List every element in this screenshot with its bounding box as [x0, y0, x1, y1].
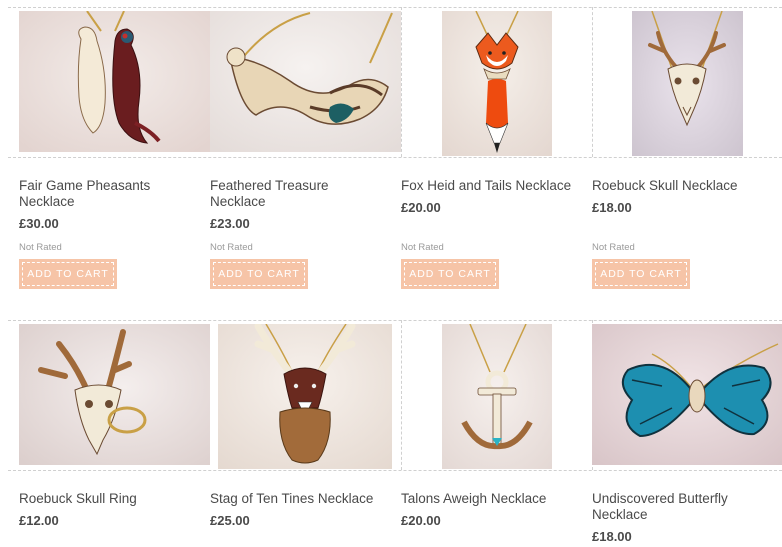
product-price: £20.00: [401, 513, 441, 528]
product-image[interactable]: [218, 324, 392, 469]
roebuck-skull-necklace-image: [632, 11, 743, 156]
product-price: £25.00: [210, 513, 250, 528]
product-price: £30.00: [19, 216, 59, 231]
grid-divider: [401, 7, 402, 157]
product-grid: Fair Game Pheasants Necklace £30.00 Not …: [0, 0, 782, 547]
product-image[interactable]: [632, 11, 743, 156]
product-image[interactable]: [19, 324, 210, 465]
product-price: £12.00: [19, 513, 59, 528]
product-name[interactable]: Feathered Treasure Necklace: [210, 178, 380, 210]
product-name[interactable]: Roebuck Skull Necklace: [592, 178, 777, 194]
add-to-cart-button[interactable]: ADD TO CART: [210, 259, 308, 289]
add-to-cart-label: ADD TO CART: [213, 262, 305, 286]
product-name[interactable]: Roebuck Skull Ring: [19, 491, 189, 507]
add-to-cart-label: ADD TO CART: [595, 262, 687, 286]
product-name[interactable]: Talons Aweigh Necklace: [401, 491, 591, 507]
add-to-cart-label: ADD TO CART: [22, 262, 114, 286]
rating-status: Not Rated: [210, 242, 253, 253]
roebuck-skull-ring-image: [19, 324, 210, 465]
butterfly-necklace-image: [592, 324, 782, 465]
anchor-necklace-image: [442, 324, 552, 469]
product-price: £18.00: [592, 200, 632, 215]
product-image[interactable]: [19, 11, 210, 152]
product-price: £20.00: [401, 200, 441, 215]
rating-status: Not Rated: [401, 242, 444, 253]
product-image[interactable]: [442, 324, 552, 469]
product-image[interactable]: [592, 324, 782, 465]
add-to-cart-label: ADD TO CART: [404, 262, 496, 286]
product-image[interactable]: [442, 11, 552, 156]
product-price: £23.00: [210, 216, 250, 231]
grid-divider: [8, 157, 782, 158]
product-name[interactable]: Fox Heid and Tails Necklace: [401, 178, 591, 194]
grid-divider: [8, 320, 782, 321]
add-to-cart-button[interactable]: ADD TO CART: [19, 259, 117, 289]
rating-status: Not Rated: [19, 242, 62, 253]
product-name[interactable]: Undiscovered Butterfly Necklace: [592, 491, 777, 523]
feathered-treasure-necklace-image: [210, 11, 401, 152]
product-name[interactable]: Stag of Ten Tines Necklace: [210, 491, 400, 507]
product-name[interactable]: Fair Game Pheasants Necklace: [19, 178, 189, 210]
grid-divider: [592, 7, 593, 157]
product-price: £18.00: [592, 529, 632, 544]
rating-status: Not Rated: [592, 242, 635, 253]
add-to-cart-button[interactable]: ADD TO CART: [401, 259, 499, 289]
grid-divider: [8, 470, 782, 471]
stag-necklace-image: [218, 324, 392, 469]
fox-necklace-image: [442, 11, 552, 156]
grid-divider: [401, 320, 402, 470]
grid-divider: [8, 7, 782, 8]
pheasant-necklace-image: [19, 11, 210, 152]
add-to-cart-button[interactable]: ADD TO CART: [592, 259, 690, 289]
product-image[interactable]: [210, 11, 401, 152]
